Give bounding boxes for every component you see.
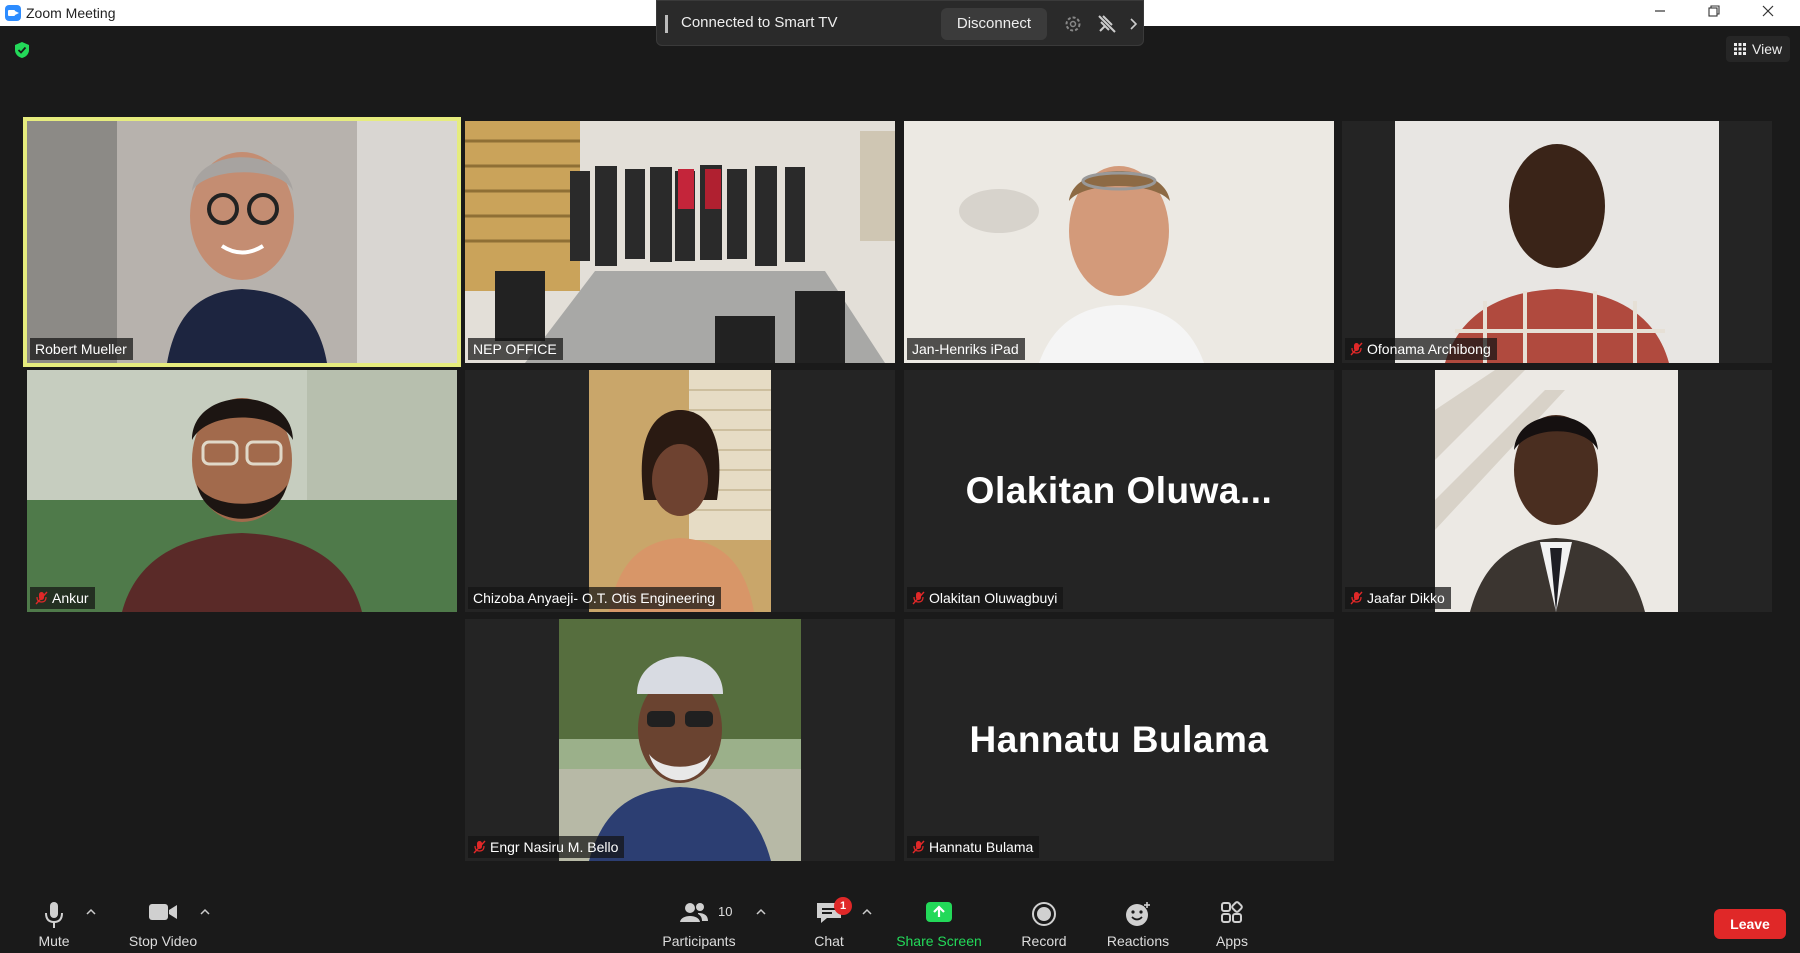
participant-display-name: Olakitan Oluwa... — [965, 470, 1273, 511]
video-feed — [559, 619, 801, 861]
grid-icon — [1734, 43, 1746, 55]
participant-tile-ofonama-archibong[interactable]: Ofonama Archibong — [1342, 121, 1772, 363]
window-title: Zoom Meeting — [26, 5, 116, 21]
participants-count: 10 — [718, 904, 733, 919]
participant-name: Robert Mueller — [35, 341, 127, 357]
chat-label: Chat — [814, 933, 844, 949]
participant-name: Hannatu Bulama — [929, 839, 1034, 855]
restore-icon — [1708, 5, 1720, 17]
participant-tile-chizoba-anyaeji[interactable]: Chizoba Anyaeji- O.T. Otis Engineering — [465, 370, 895, 612]
participant-name-tag: Ankur — [30, 587, 95, 609]
participants-label: Participants — [662, 933, 736, 949]
participant-name-tag: Jaafar Dikko — [1345, 587, 1451, 609]
participant-tile-olakitan-oluwagbuyi[interactable]: Olakitan Oluwa... Olakitan Oluwagbuyi — [904, 370, 1334, 612]
video-camera-icon — [149, 904, 177, 920]
video-feed — [465, 121, 895, 363]
video-feed — [27, 121, 457, 363]
muted-mic-icon — [1350, 342, 1363, 356]
participant-name: NEP OFFICE — [473, 341, 557, 357]
microphone-icon — [45, 902, 63, 928]
participant-name-tag: Jan-Henriks iPad — [907, 338, 1025, 360]
muted-mic-icon — [473, 840, 486, 854]
mute-label: Mute — [38, 933, 70, 949]
close-window-button[interactable] — [1742, 0, 1794, 26]
share-screen-icon — [926, 902, 952, 922]
zoom-app-icon — [5, 5, 21, 21]
participant-name: Jan-Henriks iPad — [912, 341, 1019, 357]
unpin-button[interactable] — [1095, 12, 1119, 36]
participant-name: Chizoba Anyaeji- O.T. Otis Engineering — [473, 590, 716, 606]
smart-tv-status: Connected to Smart TV — [681, 14, 838, 31]
settings-button[interactable] — [1061, 12, 1085, 36]
record-label: Record — [1021, 933, 1067, 949]
participant-name-tag: Chizoba Anyaeji- O.T. Otis Engineering — [468, 587, 722, 609]
chevron-right-icon — [1130, 18, 1138, 30]
security-shield-icon[interactable] — [14, 41, 30, 59]
muted-mic-icon — [35, 591, 48, 605]
reactions-button[interactable]: Reactions — [1100, 883, 1176, 953]
participant-name-tag: Olakitan Oluwagbuyi — [907, 587, 1064, 609]
video-feed — [1395, 121, 1719, 363]
minimize-button[interactable] — [1634, 0, 1686, 26]
participant-tile-nep-office[interactable]: NEP OFFICE — [465, 121, 895, 363]
participant-name: Engr Nasiru M. Bello — [490, 839, 619, 855]
participant-name-tag: NEP OFFICE — [468, 338, 563, 360]
participant-tile-jan-henriks-ipad[interactable]: Jan-Henriks iPad — [904, 121, 1334, 363]
chat-unread-badge: 1 — [834, 897, 852, 915]
participant-tile-ankur[interactable]: Ankur — [27, 370, 457, 612]
leave-button[interactable]: Leave — [1714, 909, 1786, 939]
participant-name-tag: Robert Mueller — [30, 338, 133, 360]
minimize-icon — [1655, 10, 1665, 12]
disconnect-button[interactable]: Disconnect — [941, 8, 1047, 40]
restore-button[interactable] — [1688, 0, 1740, 26]
reactions-label: Reactions — [1106, 933, 1170, 949]
participant-tile-engr-nasiru-bello[interactable]: Engr Nasiru M. Bello — [465, 619, 895, 861]
close-icon — [1762, 5, 1774, 17]
banner-accent — [665, 15, 668, 33]
share-screen-button[interactable]: Share Screen — [894, 883, 984, 953]
participant-name: Ankur — [52, 590, 89, 606]
stop-video-button[interactable]: Stop Video — [122, 883, 204, 953]
video-feed — [904, 121, 1334, 363]
participants-icon — [680, 903, 708, 922]
video-options-chevron-up-icon[interactable] — [200, 907, 210, 917]
participant-tile-robert-mueller[interactable]: Robert Mueller — [27, 121, 457, 363]
participant-name-tag: Hannatu Bulama — [907, 836, 1040, 858]
view-label: View — [1752, 41, 1783, 57]
video-feed — [27, 370, 457, 612]
view-button[interactable]: View — [1726, 36, 1790, 62]
chat-button[interactable]: 1 Chat — [802, 883, 856, 953]
audio-options-chevron-up-icon[interactable] — [86, 907, 96, 917]
apps-label: Apps — [1216, 933, 1248, 949]
muted-mic-icon — [912, 840, 925, 854]
participant-name-tag: Engr Nasiru M. Bello — [468, 836, 625, 858]
video-feed — [589, 370, 771, 612]
muted-mic-icon — [912, 591, 925, 605]
participant-name: Jaafar Dikko — [1367, 590, 1445, 606]
banner-expand-button[interactable] — [1127, 12, 1141, 36]
gear-icon — [1065, 16, 1081, 32]
participant-name: Ofonama Archibong — [1367, 341, 1491, 357]
apps-button[interactable]: Apps — [1206, 883, 1258, 953]
video-feed — [1435, 370, 1678, 612]
participant-name-tag: Ofonama Archibong — [1345, 338, 1497, 360]
participant-tile-hannatu-bulama[interactable]: Hannatu Bulama Hannatu Bulama — [904, 619, 1334, 861]
stop-video-label: Stop Video — [128, 933, 198, 949]
pin-off-icon — [1098, 15, 1116, 33]
record-icon — [1032, 902, 1056, 926]
participant-name: Olakitan Oluwagbuyi — [929, 590, 1058, 606]
mute-button[interactable]: Mute — [24, 883, 84, 953]
muted-mic-icon — [1350, 591, 1363, 605]
meeting-toolbar: Mute Stop Video 10 Participants 1 Chat S… — [0, 883, 1800, 953]
record-button[interactable]: Record — [1014, 883, 1074, 953]
participants-button[interactable]: 10 Participants — [656, 883, 742, 953]
share-screen-label: Share Screen — [896, 933, 982, 949]
participant-tile-jaafar-dikko[interactable]: Jaafar Dikko — [1342, 370, 1772, 612]
chat-options-chevron-up-icon[interactable] — [862, 907, 872, 917]
participant-display-name: Hannatu Bulama — [969, 719, 1269, 760]
smart-tv-banner: Connected to Smart TV Disconnect — [656, 0, 1144, 46]
apps-icon — [1221, 901, 1243, 923]
participants-options-chevron-up-icon[interactable] — [756, 907, 766, 917]
reactions-smiley-icon — [1126, 902, 1150, 926]
